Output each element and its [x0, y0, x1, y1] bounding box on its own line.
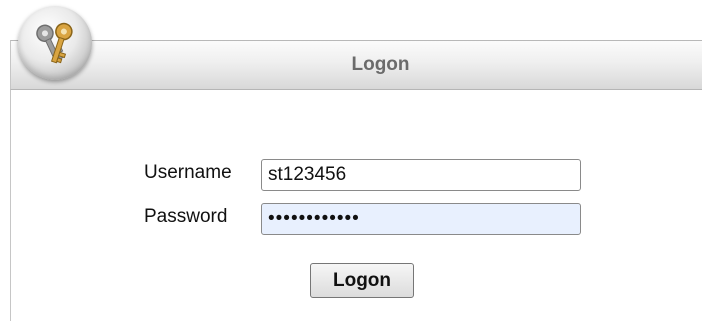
logo: [18, 6, 92, 80]
logon-button[interactable]: Logon: [310, 263, 414, 298]
password-label: Password: [144, 206, 228, 227]
keys-icon: [36, 22, 73, 64]
password-field[interactable]: [261, 203, 581, 235]
username-field[interactable]: [261, 159, 581, 191]
username-label: Username: [144, 162, 232, 183]
page-title: Logon: [351, 54, 410, 75]
logon-page: Logon Username Password Logon: [0, 0, 702, 321]
